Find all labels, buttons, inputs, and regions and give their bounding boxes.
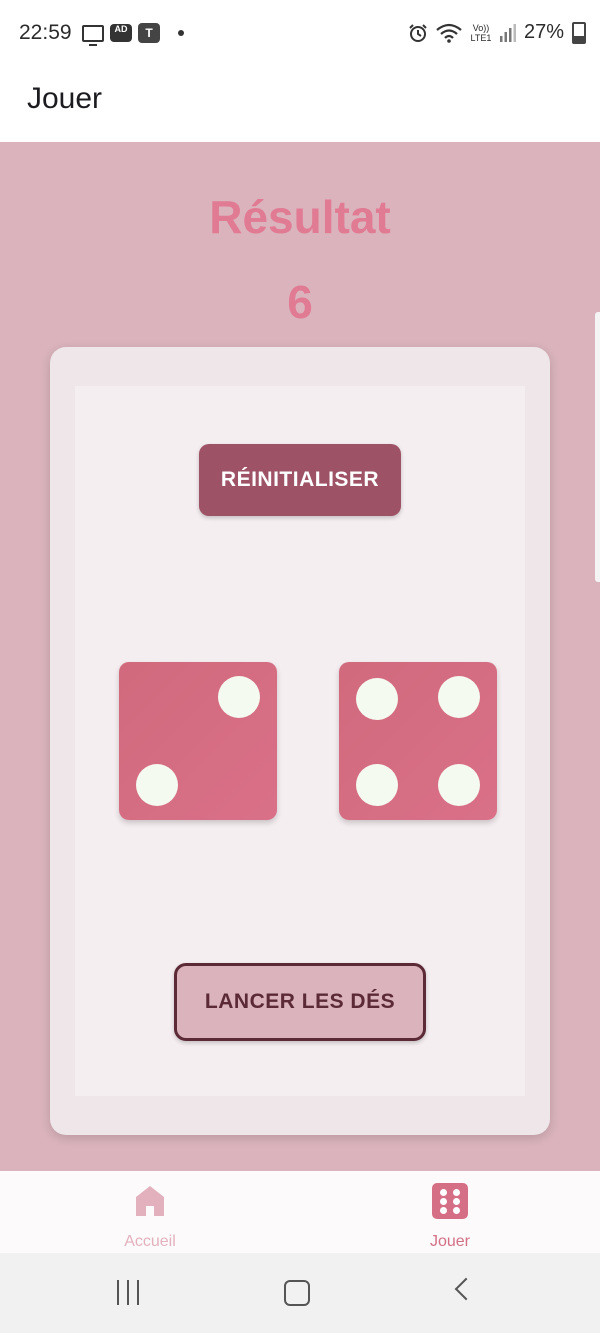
nav-item-accueil[interactable]: Accueil (0, 1171, 300, 1253)
teams-icon: T (138, 23, 160, 43)
die-pip (356, 678, 398, 720)
status-left-icons: AD T (82, 23, 184, 46)
nav-item-jouer[interactable]: Jouer (300, 1171, 600, 1253)
home-button-icon[interactable] (284, 1280, 310, 1306)
die-pip (136, 764, 178, 806)
roll-dice-button[interactable]: LANCER LES DÉS (174, 963, 426, 1041)
signal-icon (499, 23, 516, 42)
home-icon (136, 1186, 164, 1216)
app-bar: Jouer (0, 68, 600, 142)
result-value: 6 (287, 276, 313, 328)
back-icon[interactable] (454, 1277, 478, 1301)
volte-icon: Vo)) LTE1 (470, 22, 492, 43)
status-bar: 22:59 AD T Vo)) LTE1 27% (0, 0, 600, 68)
wifi-icon (436, 23, 462, 43)
dice-icon (432, 1183, 468, 1219)
result-label: Résultat (209, 191, 391, 243)
nav-label-jouer: Jouer (429, 1233, 471, 1250)
status-time: 22:59 (19, 21, 72, 44)
die-left[interactable] (119, 662, 277, 820)
dice-card-content: RÉINITIALISER LANCER LES DÉS (75, 386, 525, 1096)
nav-label-accueil: Accueil (124, 1233, 176, 1250)
die-pip (438, 676, 480, 718)
alarm-icon (409, 23, 427, 42)
battery-icon (572, 21, 586, 44)
die-pip (356, 764, 398, 806)
notification-dot-icon (178, 30, 184, 36)
ad-blocker-icon: AD (110, 24, 132, 42)
bottom-navigation: Accueil Jouer (0, 1171, 600, 1253)
monitor-icon (82, 24, 104, 46)
status-right: Vo)) LTE1 27% (408, 21, 586, 44)
reset-button[interactable]: RÉINITIALISER (199, 444, 401, 516)
system-navigation-bar (0, 1253, 600, 1333)
recents-icon[interactable] (117, 1280, 143, 1306)
page-title: Jouer (27, 82, 103, 115)
battery-percentage: 27% (523, 21, 564, 43)
die-right[interactable] (339, 662, 497, 820)
dice-card: RÉINITIALISER LANCER LES DÉS (50, 347, 550, 1135)
die-pip (438, 764, 480, 806)
die-pip (218, 676, 260, 718)
edge-panel-handle[interactable] (595, 312, 600, 582)
main-content: Résultat 6 RÉINITIALISER LANCER LES DÉS (0, 142, 600, 1171)
